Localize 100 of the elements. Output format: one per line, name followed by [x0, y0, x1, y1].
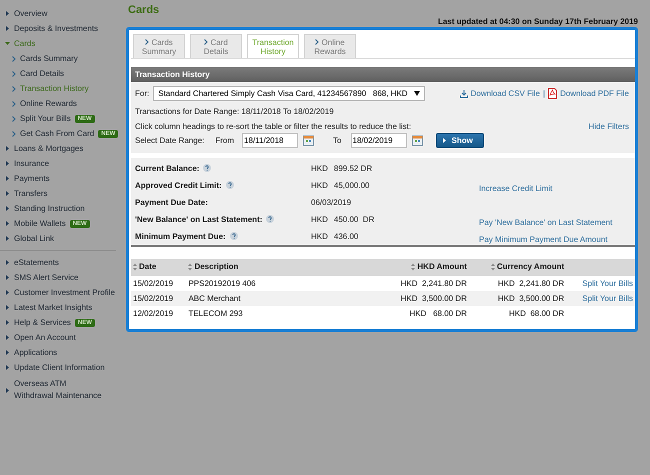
summary-link[interactable]: Increase Credit Limit [479, 184, 552, 193]
summary-value: 436.00 [334, 232, 358, 240]
table-cell: HKD 3,500.00 DR [468, 290, 566, 306]
chevron-icon [12, 116, 16, 122]
sidebar-item[interactable]: SMS Alert Service [0, 270, 116, 285]
help-icon[interactable] [230, 232, 238, 240]
sidebar-item[interactable]: Insurance [0, 156, 122, 171]
sidebar-item[interactable]: Customer Investment Profile [0, 285, 116, 300]
sidebar-item[interactable]: Open An Account [0, 330, 116, 345]
sidebar-item[interactable]: Update Client Information [0, 360, 116, 375]
summary-label: Minimum Payment Due: [135, 232, 226, 240]
column-header[interactable]: Description [188, 262, 238, 271]
sidebar-item[interactable]: Global Link [0, 231, 122, 246]
sidebar-item[interactable]: eStatements [0, 255, 116, 270]
currency-text: HKD [311, 180, 328, 190]
from-date-field[interactable]: 18/11/2018 [242, 133, 298, 148]
table-cell: HKD 2,241.80 DR [380, 276, 469, 290]
triangle-right-icon [5, 305, 10, 310]
triangle-right-icon [5, 320, 10, 325]
sidebar-item[interactable]: Deposits & Investments [0, 21, 122, 36]
summary-value: 899.52 DR [334, 164, 372, 172]
triangle-right-icon [5, 26, 10, 31]
triangle-right-icon [5, 11, 10, 16]
tab[interactable]: Online Rewards [304, 34, 356, 58]
download-link[interactable]: Download CSV File [470, 89, 540, 98]
split-bills-link[interactable]: Split Your Bills [582, 278, 633, 288]
help-icon[interactable] [266, 215, 274, 223]
chevron-icon [12, 70, 16, 76]
currency-text: HKD [311, 232, 328, 240]
caret-icon [414, 91, 420, 96]
summary-link[interactable]: Pay Minimum Payment Due Amount [479, 235, 608, 244]
table-cell: 12/02/2019 [131, 306, 186, 320]
table-cell: ABC Merchant [186, 290, 380, 306]
hide-filters-link[interactable]: Hide Filters [588, 122, 629, 131]
triangle-right-icon [5, 146, 10, 151]
triangle-right-icon [5, 260, 10, 265]
triangle-right-icon [5, 206, 10, 211]
instructions-text: Click column headings to re-sort the table or filter the results to reduce the list: [135, 122, 412, 131]
summary-value: 06/03/2019 [311, 198, 352, 206]
table-cell: PPS20192019 406 [186, 276, 380, 290]
table-cell: HKD 2,241.80 DR [468, 276, 566, 290]
table-cell: TELECOM 293 [186, 306, 380, 320]
date-range-text: Transactions for Date Range: 18/11/2018 To 18/02/2019 [135, 107, 335, 116]
summary-label: Payment Due Date: [135, 198, 208, 206]
sidebar-item[interactable]: Loans & Mortgages [0, 141, 122, 156]
section-header: Transaction History [131, 67, 635, 82]
chevron-icon [12, 86, 16, 92]
card-select[interactable]: Standard Chartered Simply Cash Visa Card, 41234567890 868, HKD [153, 86, 425, 101]
help-icon[interactable] [203, 164, 212, 172]
tab[interactable]: Card Details [190, 34, 242, 58]
tab[interactable]: Cards Summary [133, 34, 185, 58]
calendar-icon[interactable] [303, 135, 314, 146]
summary-label: 'New Balance' on Last Statement: [135, 214, 262, 224]
sidebar-item[interactable]: Payments [0, 171, 122, 186]
triangle-right-icon [5, 290, 10, 295]
chevron-icon [145, 39, 150, 45]
submenu-item[interactable]: Cards Summary [0, 51, 122, 66]
sort-icon [411, 262, 416, 270]
triangle-right-icon [5, 221, 10, 226]
date-range-label: Select Date Range: [135, 136, 204, 145]
table-cell: 15/02/2019 [131, 290, 186, 306]
triangle-right-icon [5, 350, 10, 355]
triangle-right-icon [5, 365, 10, 370]
table-cell: HKD 68.00 DR [380, 306, 469, 320]
sidebar-item[interactable]: Applications [0, 345, 116, 360]
triangle-right-icon [5, 191, 10, 196]
chevron-icon [12, 100, 16, 106]
sidebar-item[interactable]: Transfers [0, 186, 122, 201]
chevron-icon [12, 130, 16, 136]
sidebar-item[interactable]: Standing Instruction [0, 201, 122, 216]
page-title: Cards [128, 4, 160, 16]
help-icon[interactable] [226, 181, 234, 189]
chevron-icon [315, 39, 320, 45]
chevron-icon [204, 39, 208, 45]
submenu-item[interactable]: Online Rewards [0, 96, 122, 111]
calendar-icon[interactable] [412, 135, 422, 146]
download-link[interactable]: Download PDF File [560, 89, 629, 98]
summary-value: 45,000.00 [334, 180, 370, 190]
for-label: For: [135, 89, 150, 98]
from-label: From [215, 136, 234, 145]
sidebar-item[interactable]: Overseas ATM Withdrawal Maintenance [0, 375, 116, 405]
separator-text: | [543, 89, 546, 98]
sidebar-item[interactable]: Latest Market Insights [0, 300, 116, 315]
triangle-right-icon [5, 275, 10, 280]
triangle-right-icon [5, 388, 10, 392]
table-cell: 15/02/2019 [131, 276, 186, 290]
last-updated-text: Last updated at 04:30 on Sunday 17th February 2019 [438, 17, 638, 26]
submenu-item[interactable]: Card Details [0, 66, 122, 81]
to-label: To [333, 136, 342, 145]
table-cell: HKD 3,500.00 DR [380, 290, 469, 306]
sidebar-item[interactable]: Overview [0, 6, 122, 21]
to-date-field[interactable]: 18/02/2019 [350, 133, 406, 148]
table-cell: HKD 68.00 DR [468, 306, 566, 320]
summary-value: 450.00 DR [334, 214, 374, 224]
triangle-right-icon [5, 335, 10, 340]
summary-link[interactable]: Pay 'New Balance' on Last Statement [479, 218, 612, 227]
pdf-icon [548, 88, 558, 99]
currency-text: HKD [311, 164, 328, 172]
show-button[interactable]: Show [436, 133, 484, 148]
currency-text: HKD [311, 214, 328, 224]
